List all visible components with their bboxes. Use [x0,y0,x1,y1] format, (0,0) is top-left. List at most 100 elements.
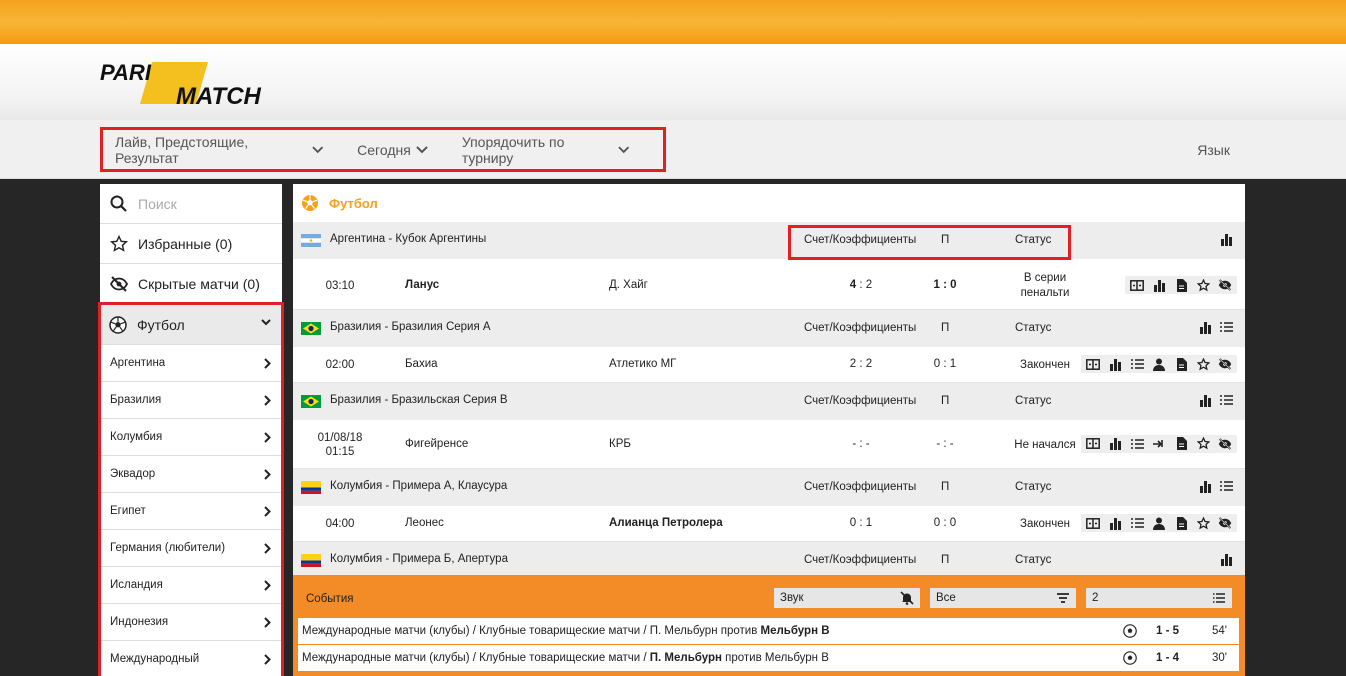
league-header[interactable]: Бразилия - Бразилия Серия А Счет/Коэффици… [293,310,1245,347]
home-team[interactable]: Леонес [405,517,444,529]
list-icon[interactable] [1128,357,1146,371]
column-score-odds: Счет/Коэффициенты [804,554,917,566]
home-team[interactable]: Ланус [405,279,439,291]
stats-icon[interactable] [1150,278,1168,292]
scoreboard-icon[interactable] [1128,278,1146,292]
away-team[interactable]: Алианца Петролера [609,517,723,529]
document-icon[interactable] [1172,357,1190,371]
sound-toggle[interactable]: Звук [774,588,920,608]
search-box[interactable]: Поиск [100,184,282,224]
half-score: - : - [936,437,954,450]
match-score: 0 : 1 [849,517,873,529]
filter-label: Сегодня [357,141,411,158]
lineup-icon[interactable] [1150,357,1168,371]
eye-off-icon[interactable] [1216,357,1234,371]
sidebar-country-item[interactable]: Международный [101,641,281,676]
list-icon[interactable] [1220,321,1233,337]
country-label: Международный [110,653,200,665]
stats-icon[interactable] [1199,321,1212,337]
stats-icon[interactable] [1220,233,1233,249]
filter-label: Лайв, Предстоящие, Результат [115,133,249,166]
document-icon[interactable] [1172,516,1190,530]
match-row[interactable]: 02:00 Бахиа Атлетико МГ 2 : 20 : 1 Закончен [293,347,1245,383]
away-team[interactable]: Атлетико МГ [609,358,676,370]
eye-off-icon[interactable] [1216,437,1234,451]
event-row[interactable]: Международные матчи (клубы) / Клубные то… [298,618,1239,644]
document-icon[interactable] [1172,437,1190,451]
stats-icon[interactable] [1106,516,1124,530]
stats-icon[interactable] [1199,480,1212,496]
list-icon[interactable] [1220,394,1233,410]
eye-off-icon[interactable] [1216,278,1234,292]
league-header[interactable]: Колумбия - Примера Б, Апертура Счет/Коэфф… [293,542,1245,579]
stats-icon[interactable] [1106,437,1124,451]
event-minute: 54' [1212,625,1227,637]
sidebar-country-item[interactable]: Колумбия [101,419,281,456]
filter-label: Упорядочить по турниру [461,133,565,166]
league-header[interactable]: Колумбия - Примера А, Клаусура Счет/Коэфф… [293,469,1245,506]
language-selector[interactable]: Язык [1197,142,1230,158]
scoreboard-icon[interactable] [1084,437,1102,451]
sidebar-country-item[interactable]: Индонезия [101,604,281,641]
list-icon[interactable] [1128,516,1146,530]
chevron-right-icon [264,432,271,446]
half-score: 1 : 0 [933,279,957,291]
events-title: События [306,593,354,605]
sidebar-country-item[interactable]: Аргентина [101,345,281,382]
events-count-select[interactable]: 2 [1086,588,1232,608]
away-team[interactable]: Д. Хайг [609,279,648,291]
match-row[interactable]: 01/08/18 01:15 Фигейренсе КРБ - : -- : - Не н… [293,420,1245,469]
league-header[interactable]: Бразилия - Бразильская Серия B Счет/Коэфф… [293,383,1245,420]
events-filter-select[interactable]: Все [930,588,1076,608]
scoreboard-icon[interactable] [1084,516,1102,530]
event-score: 1 - 4 [1156,652,1180,664]
match-row[interactable]: 03:10 Ланус Д. Хайг 4 : 2 1 : 0 В серии пеналь… [293,262,1245,310]
event-score: 1 - 5 [1156,625,1180,637]
home-team[interactable]: Бахиа [405,358,438,370]
sidebar-country-item[interactable]: Египет [101,493,281,530]
sidebar-country-item[interactable]: Эквадор [101,456,281,493]
list-icon[interactable] [1220,480,1233,496]
list-icon[interactable] [1128,437,1146,451]
brazil-flag-icon [301,395,321,408]
star-icon[interactable] [1194,516,1212,530]
parimatch-logo[interactable]: PARI MATCH [100,60,290,110]
eye-off-icon[interactable] [1216,516,1234,530]
star-icon[interactable] [1194,278,1212,292]
count-value: 2 [1092,592,1099,604]
scoreboard-icon[interactable] [1084,357,1102,371]
filter-live-upcoming-results[interactable]: Лайв, Предстоящие, Результат [115,134,323,166]
away-team[interactable]: КРБ [609,438,631,450]
chevron-down-icon [617,145,629,153]
country-label: Германия (любители) [110,542,226,554]
events-panel: События Звук Все 2 Международные матчи (… [293,575,1245,676]
chevron-right-icon [264,543,271,557]
substitution-icon[interactable] [1150,437,1168,451]
sidebar-country-item[interactable]: Германия (любители) [101,530,281,567]
star-icon[interactable] [1194,437,1212,451]
column-header-highlight [788,225,1071,260]
event-row[interactable]: Международные матчи (клубы) / Клубные то… [298,645,1239,671]
stats-icon[interactable] [1199,394,1212,410]
filter-value: Все [936,592,956,604]
lineup-icon[interactable] [1150,516,1168,530]
sidebar-item-hidden-matches[interactable]: Скрытые матчи (0) [100,264,282,304]
sidebar-item-favorites[interactable]: Избранные (0) [100,224,282,264]
star-icon[interactable] [1194,357,1212,371]
filter-today[interactable]: Сегодня [357,142,428,158]
sidebar-country-item[interactable]: Бразилия [101,382,281,419]
league-header[interactable]: Аргентина - Кубок Аргентины Счет/Коэффици… [293,222,1245,259]
sidebar-item-football[interactable]: Футбол [101,305,281,345]
list-icon [1213,593,1225,603]
stats-icon[interactable] [1106,357,1124,371]
half-score: 0 : 1 [933,358,957,370]
match-score: 2 : 2 [849,358,873,370]
filter-sort-by-tournament[interactable]: Упорядочить по турниру [462,134,629,166]
filter-icon [1057,593,1069,603]
home-team[interactable]: Фигейренсе [405,438,468,450]
sport-title-bar: Футбол [293,184,1245,222]
document-icon[interactable] [1172,278,1190,292]
match-row[interactable]: 04:00 Леонес Алианца Петролера 0 : 10 : 0 За… [293,506,1245,542]
stats-icon[interactable] [1220,553,1233,569]
sidebar-country-item[interactable]: Исландия [101,567,281,604]
